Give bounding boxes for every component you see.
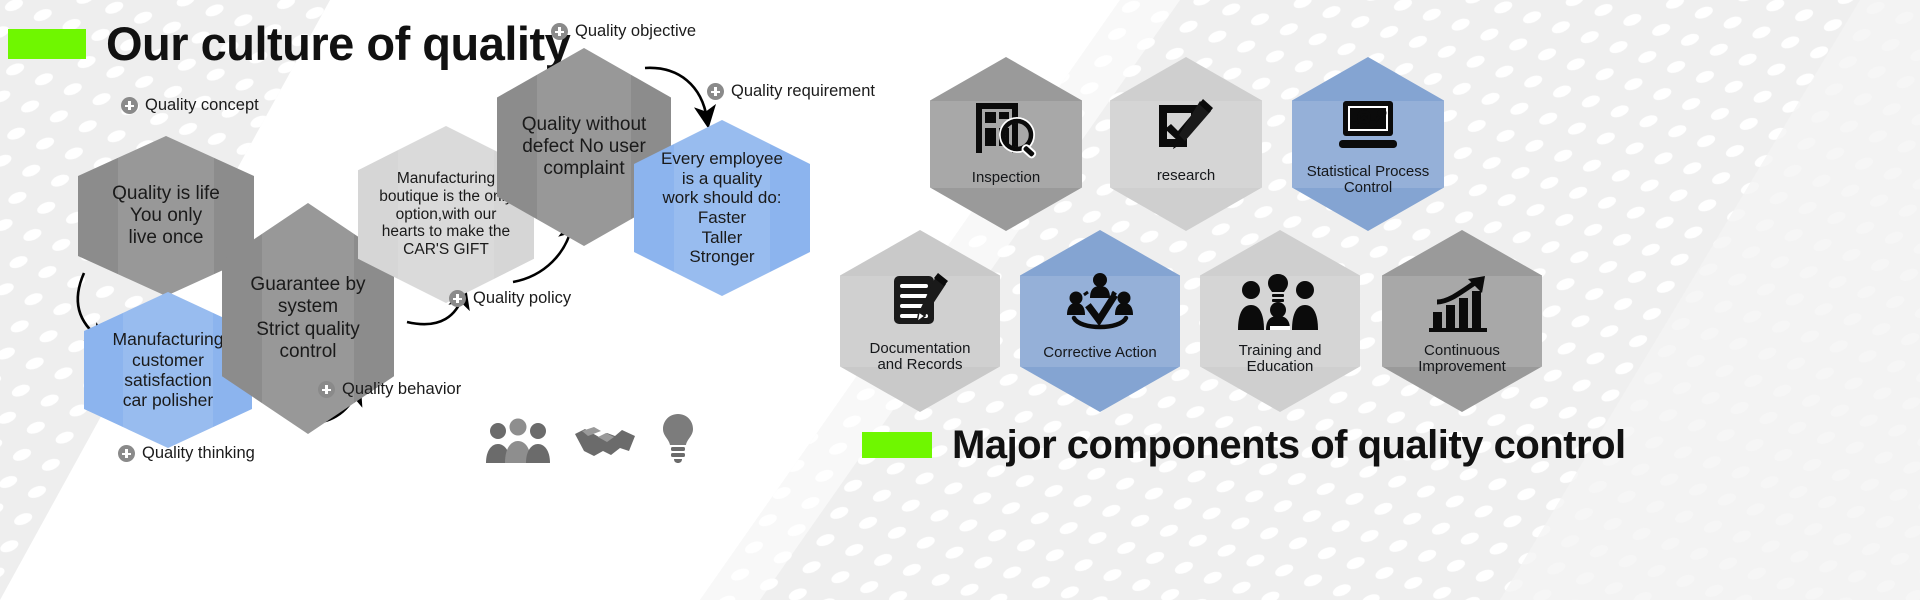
hex-label: Guarantee by system Strict quality contr… <box>250 274 366 362</box>
callout-quality-concept[interactable]: Quality concept <box>121 96 259 115</box>
plus-circle-icon <box>551 23 568 40</box>
callout-label: Quality objective <box>575 22 697 40</box>
ihex-label: Statistical Process Control <box>1306 162 1430 197</box>
ihex-label: research <box>1156 166 1216 184</box>
plus-circle-icon <box>121 97 138 114</box>
hex-label: Quality without defect No user complaint <box>521 113 647 180</box>
green-accent-bar <box>8 28 86 59</box>
right-title-text: Major components of quality control <box>952 423 1626 467</box>
callout-label: Quality thinking <box>142 444 255 462</box>
document-pencil-icon <box>889 272 951 335</box>
plus-circle-icon <box>449 290 466 307</box>
left-title-text: Our culture of quality <box>106 17 571 70</box>
ihex-label: Continuous Improvement <box>1418 341 1506 376</box>
training-people-icon <box>1237 272 1323 337</box>
plus-circle-icon <box>318 381 335 398</box>
ihex-label: Corrective Action <box>1043 343 1157 361</box>
green-accent-bar <box>862 432 932 458</box>
laptop-chart-icon <box>1335 97 1401 158</box>
ihex-label: Inspection <box>971 168 1041 186</box>
plus-circle-icon <box>707 83 724 100</box>
infographic-canvas: Our culture of quality Quality is life Y… <box>0 0 1920 600</box>
lightbulb-icon <box>663 414 693 463</box>
plus-circle-icon <box>118 445 135 462</box>
growth-bars-arrow-icon <box>1427 272 1497 337</box>
right-panel-title: Major components of quality control <box>862 425 1626 465</box>
callout-label: Quality behavior <box>342 380 462 398</box>
bottom-icon-group <box>484 412 698 464</box>
hex-label: Every employee is a quality work should … <box>661 148 783 267</box>
callout-quality-thinking[interactable]: Quality thinking <box>118 444 255 463</box>
callout-quality-requirement[interactable]: Quality requirement <box>707 82 875 101</box>
callout-label: Quality concept <box>145 96 259 114</box>
inspection-magnifier-icon <box>972 97 1040 164</box>
callout-quality-policy[interactable]: Quality policy <box>449 289 571 308</box>
handshake-icon <box>575 427 635 456</box>
hex-label: Manufacturing customer satisfaction car … <box>112 329 224 411</box>
people-group-icon <box>486 418 550 463</box>
callout-label: Quality policy <box>473 289 572 307</box>
callout-quality-objective[interactable]: Quality objective <box>551 22 696 41</box>
callout-quality-behavior[interactable]: Quality behavior <box>318 380 461 399</box>
hex-label: Manufacturing boutique is the only optio… <box>379 169 513 259</box>
team-check-icon <box>1062 272 1138 339</box>
checklist-pen-icon <box>1153 97 1219 162</box>
hex-label: Quality is life You only live once <box>112 182 220 249</box>
left-panel-title: Our culture of quality <box>8 17 571 70</box>
callout-label: Quality requirement <box>731 82 875 100</box>
ihex-label: Training and Education <box>1238 341 1322 376</box>
ihex-label: Documentation and Records <box>869 339 971 374</box>
